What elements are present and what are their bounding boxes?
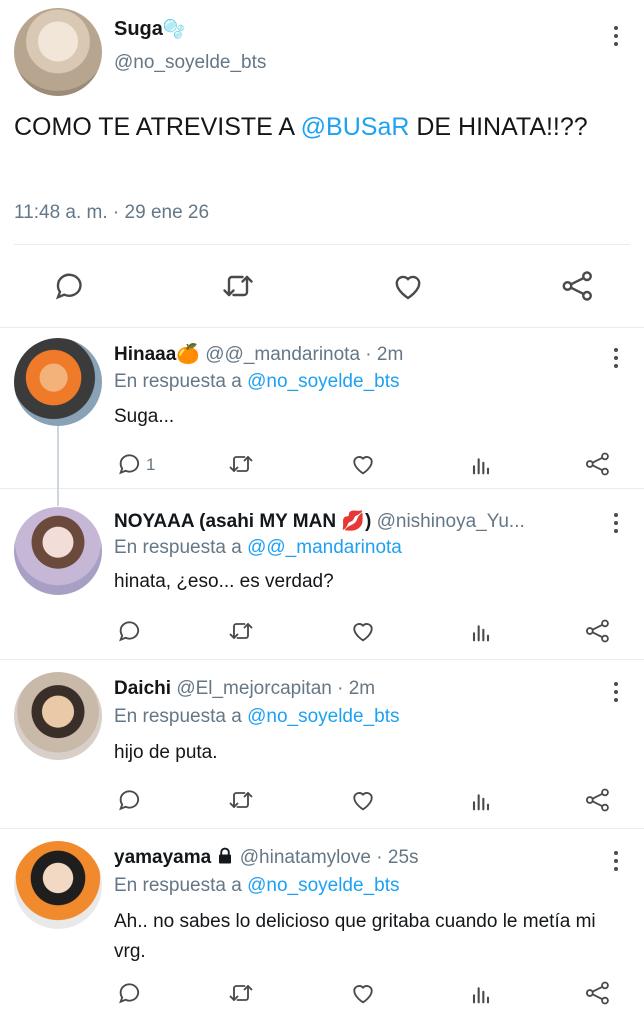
author-handle[interactable]: @no_soyelde_bts xyxy=(114,52,266,74)
retweet-icon[interactable] xyxy=(227,979,255,1007)
reply-context: En respuesta a @no_soyelde_bts xyxy=(114,371,399,393)
reply-header: Daichi @El_mejorcapitan · 2m xyxy=(114,678,604,700)
avatar[interactable] xyxy=(14,8,102,96)
reply-time: · 2m xyxy=(337,678,376,699)
reply-context-label: En respuesta a xyxy=(114,537,248,558)
retweet-icon[interactable] xyxy=(227,617,255,645)
tweet-text: COMO TE ATREVISTE A @BUSaR DE HINATA!!?? xyxy=(14,110,614,144)
reply-context-label: En respuesta a xyxy=(114,706,248,727)
main-tweet: Suga🫧 @no_soyelde_bts COMO TE ATREVISTE … xyxy=(0,0,644,328)
author-name-text: Suga xyxy=(114,18,163,40)
reply-context-label: En respuesta a xyxy=(114,371,248,392)
mention-link[interactable]: @no_soyelde_bts xyxy=(247,875,399,896)
tweet-text-part: DE HINATA!!?? xyxy=(409,113,588,141)
reply-header: Hinaaa🍊 @@_mandarinota · 2m xyxy=(114,342,604,366)
reply-time: · 2m xyxy=(365,344,404,365)
reply-author-name[interactable]: Daichi xyxy=(114,678,171,699)
share-icon[interactable] xyxy=(584,617,612,645)
reply-author-name[interactable]: yamayama xyxy=(114,847,211,868)
author-name[interactable]: Suga🫧 xyxy=(114,18,185,41)
mention-link[interactable]: @no_soyelde_bts xyxy=(247,371,399,392)
more-options-icon[interactable] xyxy=(614,348,620,372)
tweet-text-part: COMO TE ATREVISTE A xyxy=(14,113,301,141)
retweet-icon[interactable] xyxy=(220,268,256,304)
share-icon[interactable] xyxy=(584,979,612,1007)
analytics-icon[interactable] xyxy=(467,786,495,814)
reply-item[interactable]: Daichi @El_mejorcapitan · 2m En respuest… xyxy=(0,660,644,829)
avatar[interactable] xyxy=(14,672,102,760)
more-options-icon[interactable] xyxy=(614,851,620,875)
divider xyxy=(14,244,630,245)
analytics-icon[interactable] xyxy=(467,450,495,478)
reply-icon[interactable] xyxy=(116,979,144,1007)
bubbles-emoji: 🫧 xyxy=(162,19,186,39)
reply-icon[interactable] xyxy=(116,450,144,478)
retweet-icon[interactable] xyxy=(227,786,255,814)
reply-item[interactable]: Hinaaa🍊 @@_mandarinota · 2m En respuesta… xyxy=(0,328,644,506)
like-icon[interactable] xyxy=(349,617,377,645)
reply-header: NOYAAA (asahi MY MAN 💋) @nishinoya_Yu... xyxy=(114,509,604,533)
share-icon[interactable] xyxy=(584,786,612,814)
like-icon[interactable] xyxy=(349,786,377,814)
lock-icon xyxy=(216,847,234,865)
more-options-icon[interactable] xyxy=(614,513,620,537)
reply-context: En respuesta a @no_soyelde_bts xyxy=(114,875,399,897)
like-icon[interactable] xyxy=(390,268,426,304)
avatar[interactable] xyxy=(14,841,102,929)
like-icon[interactable] xyxy=(349,979,377,1007)
reply-time: · 25s xyxy=(376,847,419,868)
reply-author-handle[interactable]: @@_mandarinota xyxy=(205,344,360,365)
mention-link[interactable]: @BUSaR xyxy=(301,113,410,141)
reply-text: Suga... xyxy=(114,406,175,427)
share-icon[interactable] xyxy=(584,450,612,478)
reply-text: hijo de puta. xyxy=(114,742,218,763)
tweet-timestamp[interactable]: 11:48 a. m. · 29 ene 26 xyxy=(14,202,209,224)
retweet-icon[interactable] xyxy=(227,450,255,478)
reply-author-handle[interactable]: @El_mejorcapitan xyxy=(176,678,332,699)
like-icon[interactable] xyxy=(349,450,377,478)
analytics-icon[interactable] xyxy=(467,617,495,645)
share-icon[interactable] xyxy=(560,268,596,304)
avatar[interactable] xyxy=(14,507,102,595)
reply-author-handle[interactable]: @hinatamylove xyxy=(240,847,371,868)
reply-icon[interactable] xyxy=(52,268,88,304)
mention-link[interactable]: @no_soyelde_bts xyxy=(247,706,399,727)
reply-author-name[interactable]: NOYAAA (asahi MY MAN 💋) xyxy=(114,511,371,532)
reply-header: yamayama @hinatamylove · 25s xyxy=(114,847,604,869)
reply-author-name[interactable]: Hinaaa🍊 xyxy=(114,344,200,365)
reply-author-handle[interactable]: @nishinoya_Yu... xyxy=(377,511,525,532)
avatar[interactable] xyxy=(14,338,102,426)
reply-icon[interactable] xyxy=(116,617,144,645)
analytics-icon[interactable] xyxy=(467,979,495,1007)
reply-item[interactable]: yamayama @hinatamylove · 25s En respuest… xyxy=(0,829,644,1015)
reply-text: hinata, ¿eso... es verdad? xyxy=(114,571,334,592)
more-options-icon[interactable] xyxy=(614,26,620,50)
reply-item[interactable]: NOYAAA (asahi MY MAN 💋) @nishinoya_Yu...… xyxy=(0,489,644,660)
reply-context-label: En respuesta a xyxy=(114,875,248,896)
reply-context: En respuesta a @no_soyelde_bts xyxy=(114,706,399,728)
reply-context: En respuesta a @@_mandarinota xyxy=(114,537,402,559)
reply-count: 1 xyxy=(146,455,156,474)
reply-icon[interactable] xyxy=(116,786,144,814)
more-options-icon[interactable] xyxy=(614,682,620,706)
mention-link[interactable]: @@_mandarinota xyxy=(247,537,402,558)
reply-text: Ah.. no sabes lo delicioso que gritaba c… xyxy=(114,911,596,962)
